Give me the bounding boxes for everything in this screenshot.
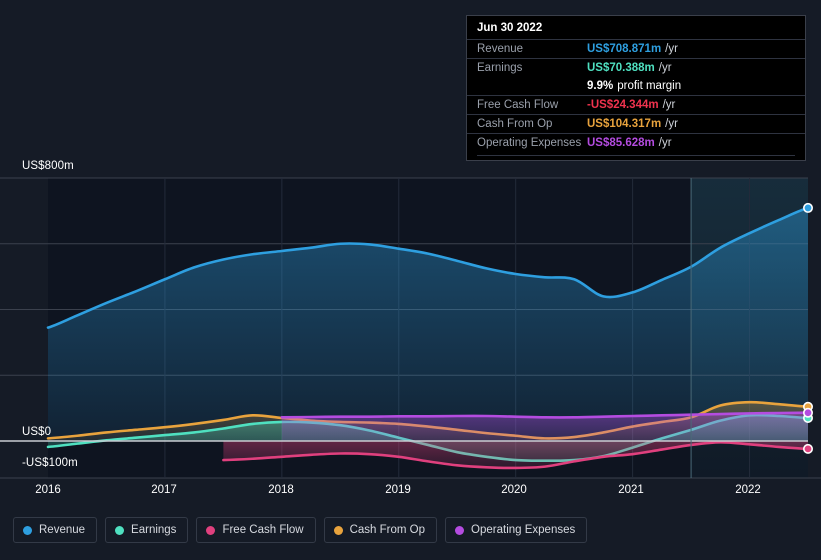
tooltip-row-cash-from-op: Cash From Op US$104.317m /yr [467,114,805,133]
legend-label-free-cash-flow: Free Cash Flow [222,524,304,536]
legend-item-cash-from-op[interactable]: Cash From Op [323,517,438,543]
x-axis-label-2019: 2019 [385,484,411,496]
legend-label-operating-expenses: Operating Expenses [471,524,576,536]
x-axis-label-2017: 2017 [151,484,177,496]
x-axis-label-2021: 2021 [618,484,644,496]
series-operating-expenses [280,411,810,441]
legend-item-earnings[interactable]: Earnings [105,517,189,543]
tooltip-value-operating-expenses: US$85.628m [587,137,655,149]
tooltip-value-free-cash-flow: -US$24.344m [587,99,659,111]
endpoint-marker-operating-expenses [802,407,813,418]
tooltip-value-cash-from-op: US$104.317m [587,118,662,130]
tooltip-key-cash-from-op: Cash From Op [477,118,553,130]
financial-performance-chart: US$800m US$0 -US$100m 2016 2017 2018 201… [0,0,821,560]
endpoint-marker-free-cash-flow [802,443,813,454]
tooltip-row-revenue: Revenue US$708.871m /yr [467,39,805,58]
revenue-color-swatch-icon [23,525,32,535]
tooltip-unit-earnings: /yr [658,62,672,74]
legend-item-free-cash-flow[interactable]: Free Cash Flow [196,517,316,543]
tooltip-key-revenue: Revenue [477,43,524,55]
legend-item-operating-expenses[interactable]: Operating Expenses [445,517,588,543]
free-cash-flow-color-swatch-icon [206,525,216,535]
legend-item-revenue[interactable]: Revenue [13,517,98,543]
x-axis-label-2016: 2016 [35,484,61,496]
tooltip-value-profit-margin: 9.9% [587,80,614,92]
chart-legend: Revenue Earnings Free Cash Flow Cash Fro… [0,508,821,552]
tooltip-key-operating-expenses: Operating Expenses [477,137,582,149]
legend-label-revenue: Revenue [39,524,86,536]
tooltip-key-earnings: Earnings [477,62,523,74]
legend-label-earnings: Earnings [131,524,177,536]
x-axis-label-2020: 2020 [501,484,527,496]
tooltip-unit-operating-expenses: /yr [658,137,672,149]
endpoint-marker-revenue [802,202,813,213]
tooltip-key-free-cash-flow: Free Cash Flow [477,99,559,111]
earnings-color-swatch-icon [115,525,125,535]
tooltip-unit-revenue: /yr [665,43,678,55]
chart-tooltip: Jun 30 2022 Revenue US$708.871m /yr Earn… [466,15,806,161]
tooltip-bottom-divider [477,155,795,156]
tooltip-unit-free-cash-flow: /yr [662,99,676,111]
tooltip-date: Jun 30 2022 [477,22,543,34]
x-axis-label-2018: 2018 [268,484,294,496]
tooltip-row-free-cash-flow: Free Cash Flow -US$24.344m /yr [467,95,805,114]
tooltip-value-earnings: US$70.388m [587,62,655,74]
tooltip-row-profit-margin: 9.9% profit margin [467,77,805,95]
tooltip-unit-cash-from-op: /yr [665,118,678,130]
tooltip-sub-profit-margin: profit margin [617,80,682,92]
tooltip-row-operating-expenses: Operating Expenses US$85.628m /yr [467,133,805,152]
operating-expenses-color-swatch-icon [455,525,465,535]
cash-from-op-color-swatch-icon [333,525,343,535]
x-axis-label-2022: 2022 [735,484,761,496]
legend-label-cash-from-op: Cash From Op [349,524,426,536]
tooltip-value-revenue: US$708.871m [587,43,662,55]
tooltip-row-earnings: Earnings US$70.388m /yr [467,58,805,77]
